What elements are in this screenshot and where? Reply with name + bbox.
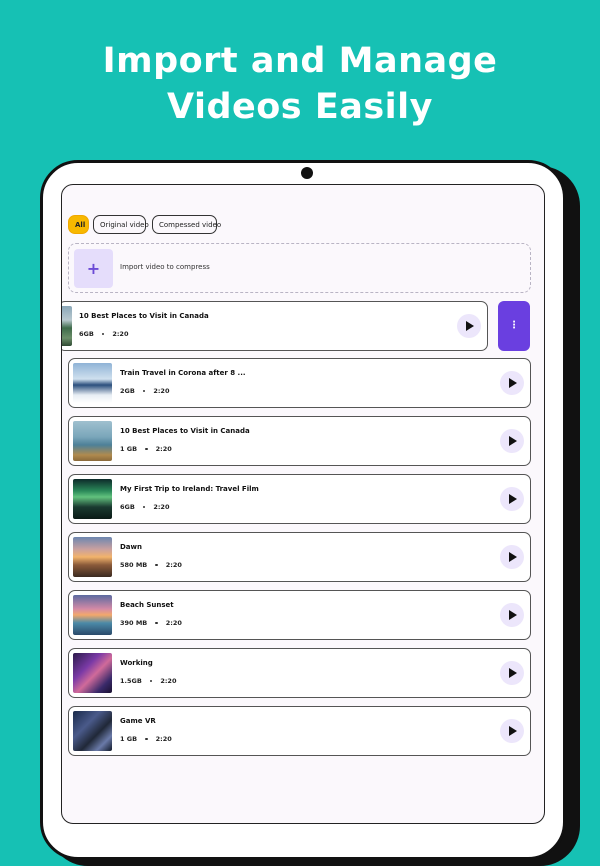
video-meta: 6GB 2:20 [120,503,169,511]
video-thumbnail [73,479,112,519]
play-button[interactable] [500,371,524,395]
video-title: My First Trip to Ireland: Travel Film [120,485,259,493]
app-screen: All Original video Compessed video + Imp… [61,184,545,824]
import-label: Import video to compress [120,263,210,271]
video-card[interactable]: Game VR 1 GB 2:20 [68,706,531,756]
play-button[interactable] [457,314,481,338]
video-title: Beach Sunset [120,601,174,609]
play-icon [509,610,517,620]
video-thumbnail [73,363,112,403]
video-card[interactable]: Beach Sunset 390 MB 2:20 [68,590,531,640]
video-duration: 2:20 [155,445,172,453]
play-button[interactable] [500,603,524,627]
video-size: 2GB [120,387,135,395]
video-duration: 2:20 [160,677,177,685]
headline-line-1: Import and Manage [102,41,498,81]
filter-chip-compressed[interactable]: Compessed video [152,215,221,234]
video-title: Working [120,659,153,667]
play-icon [509,378,517,388]
video-meta: 1 GB 2:20 [120,445,172,453]
video-thumbnail [73,595,112,635]
play-button[interactable] [500,719,524,743]
camera-icon [301,167,313,179]
video-size: 1 GB [120,445,138,453]
video-meta: 390 MB 2:20 [120,619,182,627]
play-icon [509,668,517,678]
import-video-button[interactable]: + Import video to compress [68,243,531,293]
play-icon [509,494,517,504]
play-button[interactable] [500,487,524,511]
video-duration: 2:20 [153,387,170,395]
video-thumbnail [62,306,72,346]
video-meta: 1.5GB 2:20 [120,677,176,685]
video-meta: 6GB 2:20 [79,330,128,338]
video-card[interactable]: 10 Best Places to Visit in Canada 1 GB 2:… [68,416,531,466]
filter-chip-all[interactable]: All [68,215,89,234]
video-size: 6GB [120,503,135,511]
video-title: Dawn [120,543,142,551]
video-thumbnail [73,421,112,461]
filter-chip-original[interactable]: Original video [93,215,149,234]
video-size: 1.5GB [120,677,142,685]
video-card[interactable]: Working 1.5GB 2:20 [68,648,531,698]
video-title: 10 Best Places to Visit in Canada [120,427,250,435]
plus-icon: + [74,249,113,288]
play-button[interactable] [500,429,524,453]
video-duration: 2:20 [153,503,170,511]
video-title: Train Travel in Corona after 8 ... [120,369,246,377]
video-duration: 2:20 [155,735,172,743]
headline: Import and Manage Videos Easily [0,38,600,130]
headline-line-2: Videos Easily [167,87,433,127]
video-duration: 2:20 [112,330,129,338]
video-thumbnail [73,711,112,751]
play-icon [509,552,517,562]
video-title: 10 Best Places to Visit in Canada [79,312,209,320]
video-card[interactable]: Train Travel in Corona after 8 ... 2GB 2:… [68,358,531,408]
play-button[interactable] [500,545,524,569]
play-icon [509,726,517,736]
video-card[interactable]: My First Trip to Ireland: Travel Film 6G… [68,474,531,524]
video-duration: 2:20 [165,561,182,569]
video-thumbnail [73,537,112,577]
video-thumbnail [73,653,112,693]
video-meta: 2GB 2:20 [120,387,169,395]
video-title: Game VR [120,717,156,725]
video-size: 1 GB [120,735,138,743]
play-icon [509,436,517,446]
video-size: 6GB [79,330,94,338]
video-card[interactable]: Dawn 580 MB 2:20 [68,532,531,582]
play-icon [466,321,474,331]
more-options-button[interactable]: ⋮ [498,301,530,351]
video-duration: 2:20 [165,619,182,627]
video-meta: 580 MB 2:20 [120,561,182,569]
video-size: 580 MB [120,561,148,569]
play-button[interactable] [500,661,524,685]
video-size: 390 MB [120,619,148,627]
video-meta: 1 GB 2:20 [120,735,172,743]
video-card-swiped[interactable]: 10 Best Places to Visit in Canada 6GB 2:2… [62,301,488,351]
